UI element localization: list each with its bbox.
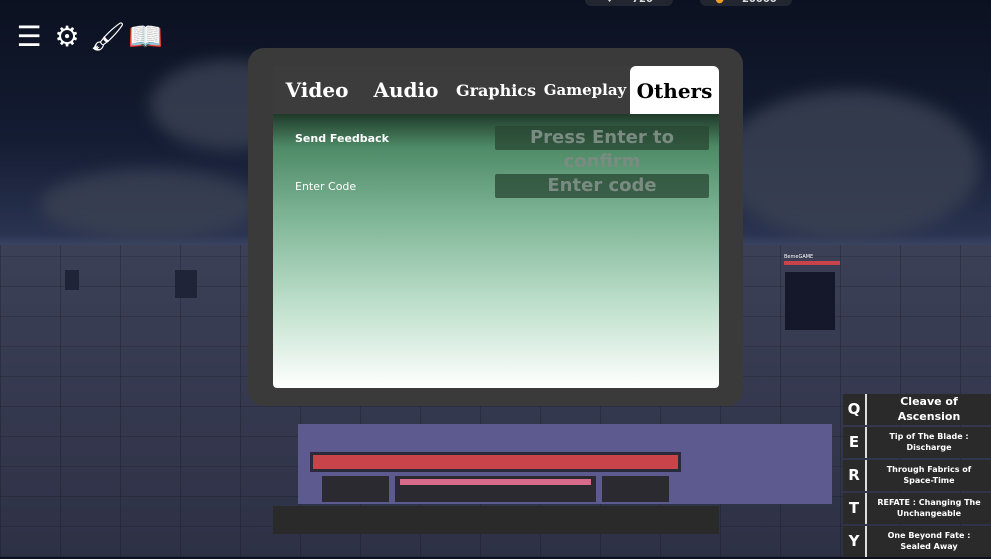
stamina-bar — [400, 479, 591, 485]
npc-character — [65, 270, 79, 290]
health-bar — [310, 452, 681, 472]
feedback-input[interactable]: Press Enter to confirm — [495, 126, 709, 172]
skill-list: Q Cleave of Ascension E Tip of The Blade :… — [843, 394, 991, 559]
tab-audio[interactable]: Audio — [361, 78, 451, 102]
send-feedback-label: Send Feedback — [295, 132, 389, 145]
enter-code-label: Enter Code — [295, 180, 357, 193]
tab-others[interactable]: Others — [630, 66, 719, 114]
gear-icon[interactable]: ⚙ — [52, 21, 82, 53]
skill-e[interactable]: E Tip of The Blade : Discharge — [843, 427, 991, 458]
cloud — [40, 170, 260, 240]
settings-tabs: Video Audio Graphics Gameplay Others — [273, 66, 719, 114]
book-icon[interactable]: 📖 — [128, 21, 163, 53]
gem-icon: ♦ — [605, 0, 614, 5]
hotbar-slot[interactable] — [602, 476, 669, 502]
currency-display: ♦720 — [585, 0, 673, 6]
player-health-bar — [784, 261, 840, 265]
tab-gameplay[interactable]: Gameplay — [541, 81, 629, 99]
hotbar-bottom — [273, 506, 719, 534]
code-input[interactable]: Enter code — [495, 174, 709, 198]
tab-graphics[interactable]: Graphics — [451, 81, 541, 100]
top-left-toolbar: ☰ ⚙ 🖌 📖 — [14, 21, 163, 53]
tab-video[interactable]: Video — [273, 78, 361, 102]
npc-character — [175, 270, 197, 298]
skill-t[interactable]: T REFATE : Changing The Unchangeable — [843, 493, 991, 524]
menu-icon[interactable]: ☰ — [14, 21, 44, 53]
coin-icon: ● — [715, 0, 724, 5]
skill-q[interactable]: Q Cleave of Ascension — [843, 394, 991, 425]
hotbar-slot[interactable] — [322, 476, 389, 502]
others-settings-content: Send Feedback Press Enter to confirm Ent… — [273, 114, 719, 388]
skill-r[interactable]: R Through Fabrics of Space-Time — [843, 460, 991, 491]
player-name: BemeGAME — [784, 254, 814, 260]
skill-y[interactable]: Y One Beyond Fate : Sealed Away — [843, 526, 991, 557]
coin-display: ●20000 — [700, 0, 792, 6]
cloud — [720, 90, 980, 240]
brush-icon[interactable]: 🖌 — [90, 21, 126, 53]
player-character — [785, 272, 835, 330]
